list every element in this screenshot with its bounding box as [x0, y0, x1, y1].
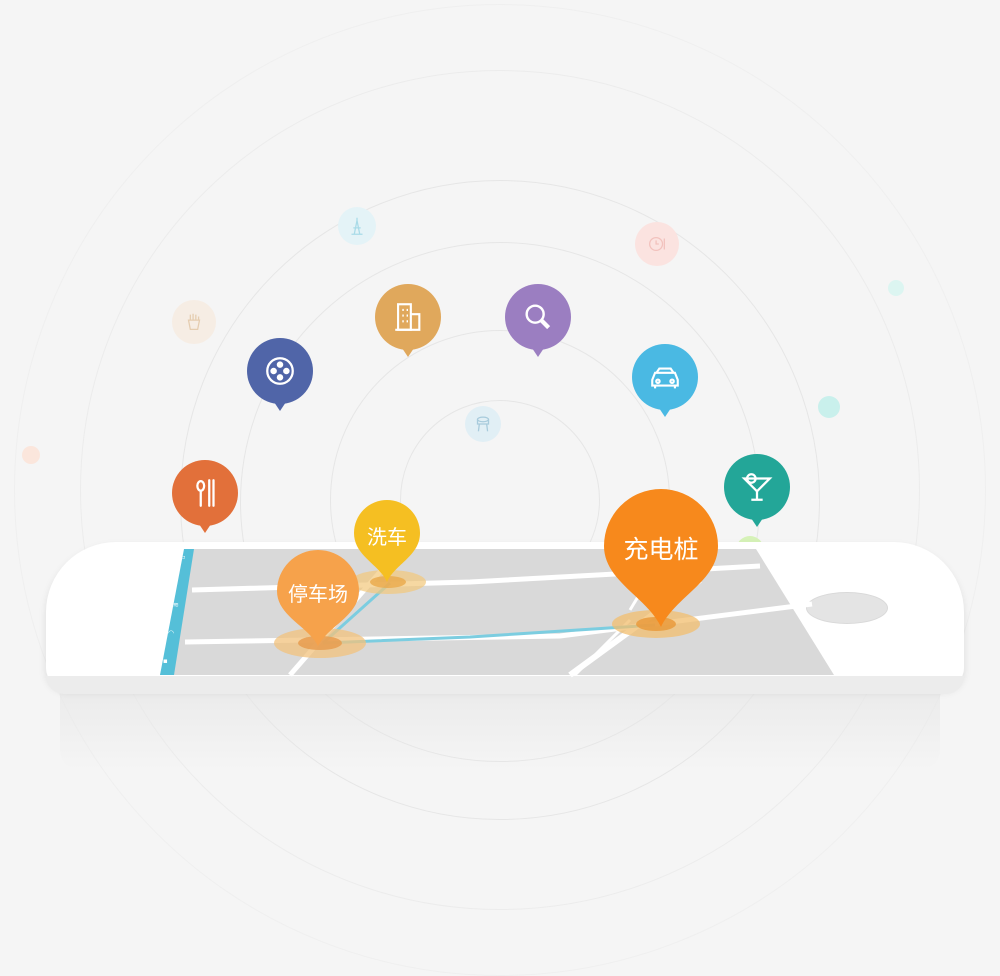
parking-label: 停车场	[288, 582, 348, 606]
charging-label: 充电桩	[623, 535, 699, 564]
carwash-label: 洗车	[367, 525, 407, 549]
signal-icon: ≋	[173, 601, 179, 609]
illustration: ▭ ≋ ◠ ▪ 洗车 停车场 充电桩	[0, 0, 1000, 976]
wifi-icon: ◠	[168, 629, 175, 637]
status-icon: ▪	[163, 657, 168, 665]
map-screen	[160, 547, 834, 678]
